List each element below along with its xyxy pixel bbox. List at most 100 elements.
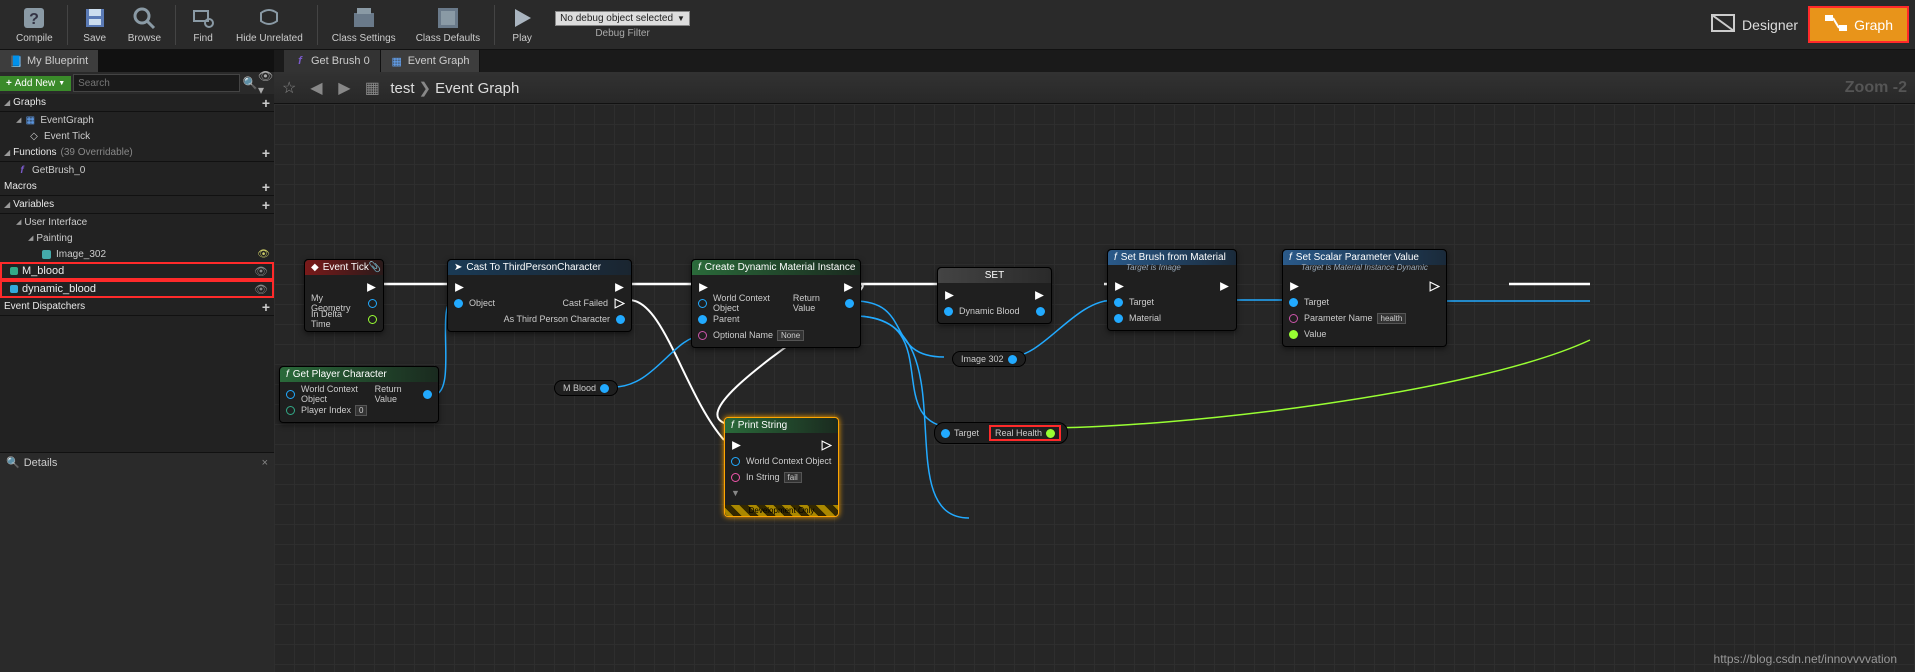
event-icon: ◆ [311, 262, 319, 273]
close-icon[interactable]: × [262, 457, 268, 469]
in-pin[interactable] [1289, 330, 1298, 339]
tab-getbrush[interactable]: fGet Brush 0 [284, 50, 381, 72]
var-dynamic-blood[interactable]: dynamic_blood👁 [0, 280, 274, 298]
in-pin[interactable] [731, 457, 740, 466]
nav-back-button[interactable]: ◀ [306, 78, 326, 98]
exec-out-pin[interactable] [1034, 290, 1045, 301]
exec-out-pin[interactable] [821, 440, 832, 451]
exec-out-pin[interactable] [1219, 281, 1230, 292]
node-image302-var[interactable]: Image 302 [952, 351, 1026, 367]
in-pin[interactable] [454, 299, 463, 308]
in-pin[interactable] [1289, 298, 1298, 307]
eye-icon[interactable]: 👁 [254, 283, 268, 296]
in-pin[interactable] [698, 331, 707, 340]
var-image302[interactable]: Image_302👁 [0, 246, 274, 262]
out-pin[interactable] [600, 384, 609, 393]
exec-in-pin[interactable] [1289, 281, 1300, 292]
add-dispatcher-button[interactable]: + [262, 299, 270, 315]
in-pin[interactable] [731, 473, 740, 482]
section-graphs[interactable]: ◢Graphs+ [0, 94, 274, 112]
add-graph-button[interactable]: + [262, 95, 270, 111]
designer-tab-button[interactable]: Designer [1700, 9, 1808, 40]
exec-out-pin[interactable] [614, 298, 625, 309]
node-get-player-character[interactable]: fGet Player Character World Context Obje… [279, 366, 439, 423]
out-pin[interactable] [616, 315, 625, 324]
tab-my-blueprint[interactable]: 📘 My Blueprint [0, 50, 99, 72]
node-set[interactable]: SET Dynamic Blood [937, 267, 1052, 324]
in-pin[interactable] [944, 307, 953, 316]
out-pin[interactable] [368, 299, 377, 308]
tab-event-graph[interactable]: ▦Event Graph [381, 50, 481, 72]
out-pin[interactable] [1008, 355, 1017, 364]
in-pin[interactable] [286, 390, 295, 399]
find-button[interactable]: Find [180, 1, 226, 49]
in-pin[interactable] [941, 429, 950, 438]
exec-in-pin[interactable] [731, 440, 742, 451]
node-event-tick[interactable]: ◆Event Tick📎 My Geometry In Delta Time [304, 259, 384, 332]
in-pin[interactable] [698, 299, 707, 308]
add-variable-button[interactable]: + [262, 197, 270, 213]
tree-user-interface[interactable]: ◢User Interface [0, 214, 274, 230]
tree-getbrush0[interactable]: fGetBrush_0 [0, 162, 274, 178]
add-function-button[interactable]: + [262, 145, 270, 161]
node-mblood-var[interactable]: M Blood [554, 380, 618, 396]
eye-icon[interactable]: 👁▾ [258, 75, 274, 91]
hide-unrelated-button[interactable]: Hide Unrelated [226, 1, 313, 49]
class-defaults-button[interactable]: Class Defaults [406, 1, 490, 49]
compile-icon: ? [21, 5, 47, 31]
tree-event-tick[interactable]: ◇Event Tick [0, 128, 274, 144]
var-m-blood[interactable]: M_blood👁 [0, 262, 274, 280]
favorite-icon[interactable]: ☆ [282, 78, 296, 98]
exec-out-pin[interactable] [366, 282, 377, 293]
graph-canvas[interactable]: ◆Event Tick📎 My Geometry In Delta Time ➤… [274, 104, 1915, 672]
search-icon[interactable]: 🔍 [242, 75, 258, 91]
node-set-scalar[interactable]: fSet Scalar Parameter Value Target is Ma… [1282, 249, 1447, 347]
debug-object-select[interactable]: No debug object selected▼ [555, 11, 690, 26]
add-macro-button[interactable]: + [262, 179, 270, 195]
eye-icon[interactable]: 👁 [254, 265, 268, 278]
graph-home-icon[interactable]: ▦ [362, 78, 382, 98]
save-button[interactable]: Save [72, 1, 118, 49]
add-new-button[interactable]: + Add New▼ [0, 76, 71, 91]
watermark: https://blog.csdn.net/innovvvvation [1714, 652, 1897, 666]
out-pin[interactable] [1046, 429, 1055, 438]
section-event-dispatchers[interactable]: Event Dispatchers+ [0, 298, 274, 316]
exec-out-pin[interactable] [843, 282, 854, 293]
out-pin[interactable] [368, 315, 377, 324]
tree-eventgraph[interactable]: ◢▦EventGraph [0, 112, 274, 128]
compile-button[interactable]: ? Compile [6, 1, 63, 49]
nav-fwd-button[interactable]: ▶ [334, 78, 354, 98]
section-macros[interactable]: Macros+ [0, 178, 274, 196]
class-settings-button[interactable]: Class Settings [322, 1, 406, 49]
node-set-brush[interactable]: fSet Brush from Material Target is Image… [1107, 249, 1237, 331]
node-cast[interactable]: ➤Cast To ThirdPersonCharacter ObjectCast… [447, 259, 632, 332]
exec-out-pin[interactable] [614, 282, 625, 293]
breadcrumb: test❯Event Graph [390, 79, 519, 97]
out-pin[interactable] [1036, 307, 1045, 316]
in-pin[interactable] [1114, 314, 1123, 323]
graph-tab-button[interactable]: Graph [1808, 6, 1909, 43]
graph-editor: fGet Brush 0 ▦Event Graph ☆ ◀ ▶ ▦ test❯E… [274, 50, 1915, 672]
cd-label: Class Defaults [416, 33, 480, 44]
exec-in-pin[interactable] [454, 282, 465, 293]
node-real-health[interactable]: Target Real Health [934, 422, 1068, 444]
node-create-dmi[interactable]: fCreate Dynamic Material Instance World … [691, 259, 861, 348]
tree-painting[interactable]: ◢Painting [0, 230, 274, 246]
play-button[interactable]: Play [499, 1, 545, 49]
out-pin[interactable] [423, 390, 432, 399]
exec-in-pin[interactable] [944, 290, 955, 301]
node-print-string[interactable]: fPrint String World Context Object In St… [724, 417, 839, 517]
in-pin[interactable] [286, 406, 295, 415]
section-variables[interactable]: ◢Variables+ [0, 196, 274, 214]
exec-in-pin[interactable] [698, 282, 709, 293]
exec-out-pin[interactable] [1429, 281, 1440, 292]
in-pin[interactable] [1114, 298, 1123, 307]
search-input[interactable] [73, 74, 240, 92]
in-pin[interactable] [1289, 314, 1298, 323]
out-pin[interactable] [845, 299, 854, 308]
exec-in-pin[interactable] [1114, 281, 1125, 292]
section-functions[interactable]: ◢Functions(39 Overridable)+ [0, 144, 274, 162]
in-pin[interactable] [698, 315, 707, 324]
browse-button[interactable]: Browse [118, 1, 171, 49]
details-panel-header[interactable]: 🔍 Details × [0, 452, 274, 472]
